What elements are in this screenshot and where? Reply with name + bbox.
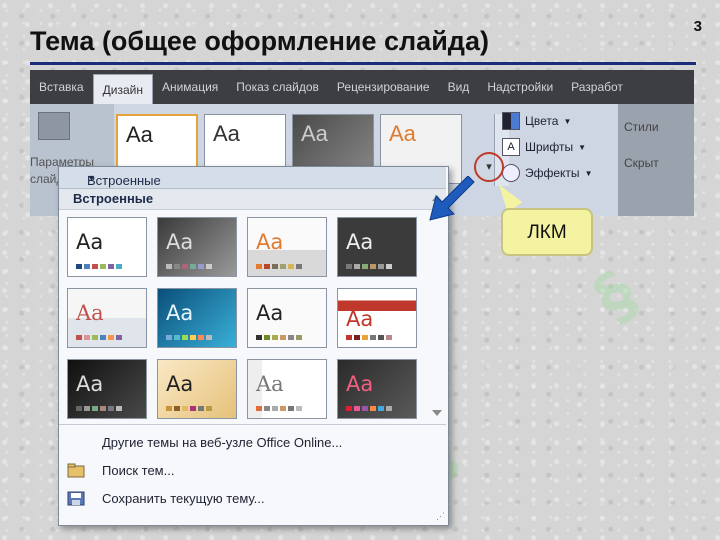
resize-grip-icon[interactable]: ⋰ — [436, 511, 445, 522]
slide-number: 3 — [693, 18, 702, 35]
tab-addins[interactable]: Надстройки — [478, 70, 562, 104]
scroll-down-icon[interactable] — [432, 410, 442, 416]
browse-themes-item[interactable]: Поиск тем... — [59, 457, 446, 485]
folder-icon — [67, 463, 85, 478]
tab-slideshow[interactable]: Показ слайдов — [227, 70, 328, 104]
theme-thumb[interactable]: Aa — [247, 359, 327, 419]
tab-animation[interactable]: Анимация — [153, 70, 227, 104]
save-theme-item[interactable]: Сохранить текущую тему... — [59, 485, 446, 513]
theme-thumb[interactable]: Aa — [337, 359, 417, 419]
gallery-menu: Другие темы на веб-узле Office Online...… — [59, 429, 446, 513]
theme-thumb[interactable]: Aa — [67, 288, 147, 348]
tab-view[interactable]: Вид — [439, 70, 479, 104]
colors-button[interactable]: Цвета ▼ — [502, 108, 612, 134]
hide-background-button[interactable]: Скрыт — [624, 156, 659, 170]
font-icon: A — [502, 138, 520, 156]
tab-design[interactable]: Дизайн — [92, 73, 153, 105]
more-arrow-icon: ▾ — [486, 161, 492, 173]
theme-thumb[interactable]: Aa — [157, 288, 237, 348]
theme-commands: Цвета ▼ A Шрифты ▼ Эффекты ▼ — [502, 108, 612, 186]
title-rule — [30, 62, 696, 65]
tab-insert[interactable]: Вставка — [30, 70, 93, 104]
online-themes-item[interactable]: Другие темы на веб-узле Office Online... — [59, 429, 446, 457]
tab-developer[interactable]: Разработ — [562, 70, 632, 104]
blue-arrow-icon — [429, 176, 475, 221]
theme-grid: Aa Aa Aa Aa Aa Aa Aa Aa Aa Aa Aa Aa — [67, 217, 423, 419]
tab-review[interactable]: Рецензирование — [328, 70, 439, 104]
background-styles-button[interactable]: Стили — [624, 120, 659, 134]
theme-thumb[interactable]: Aa — [337, 217, 417, 277]
dropdown-arrow-icon: ▼ — [87, 173, 96, 183]
save-icon — [67, 491, 85, 506]
effects-button[interactable]: Эффекты ▼ — [502, 160, 612, 186]
slide-title: Тема (общее оформление слайда) — [30, 26, 489, 56]
more-themes-button[interactable]: ▾ — [474, 152, 504, 182]
theme-thumb[interactable]: Aa — [157, 217, 237, 277]
theme-thumb[interactable]: Aa — [247, 217, 327, 277]
theme-thumb[interactable]: Aa — [247, 288, 327, 348]
lkm-callout: ЛКМ — [501, 208, 593, 256]
gallery-section-header: Встроенные — [59, 189, 446, 210]
ribbon-tab-bar: Вставка Дизайн Анимация Показ слайдов Ре… — [30, 70, 694, 105]
theme-thumb[interactable]: Aa — [337, 288, 417, 348]
theme-thumb[interactable]: Aa — [67, 359, 147, 419]
gallery-filter-button[interactable]: Встроенные ▼ — [59, 167, 446, 189]
fonts-button[interactable]: A Шрифты ▼ — [502, 134, 612, 160]
page-setup-icon — [38, 112, 70, 140]
watermark-mark: § — [581, 257, 651, 337]
themes-dropdown: Встроенные ▼ Встроенные Aa Aa Aa Aa Aa A… — [58, 166, 449, 526]
theme-thumb[interactable]: Aa — [157, 359, 237, 419]
background-group: Стили Скрыт — [618, 104, 694, 216]
gallery-scrollbar[interactable] — [429, 193, 445, 418]
menu-separator — [59, 424, 446, 425]
palette-icon — [502, 112, 520, 130]
theme-thumb[interactable]: Aa — [67, 217, 147, 277]
